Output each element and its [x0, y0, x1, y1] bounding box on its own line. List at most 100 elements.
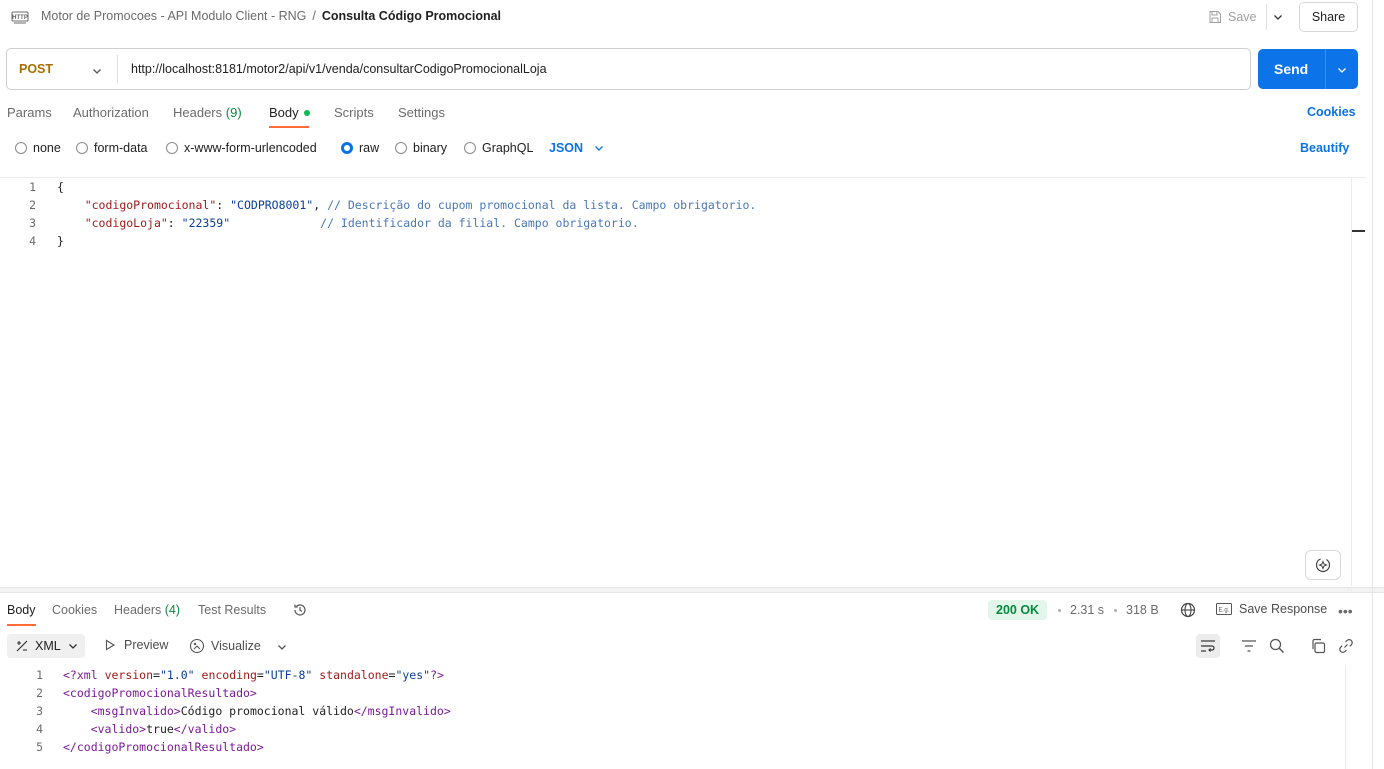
line-number: 1: [36, 668, 43, 682]
radio-none[interactable]: none: [15, 141, 61, 155]
language-select[interactable]: JSON: [549, 141, 605, 155]
radio-form-data[interactable]: form-data: [76, 141, 148, 155]
xml-tag: </msgInvalido>: [353, 704, 451, 718]
breadcrumb-collection[interactable]: Motor de Promocoes - API Modulo Client -…: [41, 9, 306, 23]
wrap-lines-icon: [1201, 640, 1215, 652]
code-line: <?xml version="1.0" encoding="UTF-8" sta…: [63, 668, 444, 682]
pane-splitter[interactable]: [0, 587, 1384, 593]
code-line: {: [57, 178, 756, 196]
send-label: Send: [1274, 61, 1309, 77]
radio-circle: [464, 141, 476, 154]
tab-authorization[interactable]: Authorization: [73, 105, 149, 120]
line-number: 2: [29, 198, 36, 212]
save-button[interactable]: Save: [1208, 7, 1257, 27]
filter-icon[interactable]: [1241, 639, 1257, 653]
save-icon: [1209, 11, 1221, 23]
url-input[interactable]: http://localhost:8181/motor2/api/v1/vend…: [131, 62, 547, 76]
breadcrumb: Motor de Promocoes - API Modulo Client -…: [41, 9, 501, 23]
response-time[interactable]: 2.31 s: [1070, 603, 1104, 617]
code-comment: // Descrição do cupom promocional da lis…: [327, 198, 757, 212]
radio-graphql[interactable]: GraphQL: [464, 141, 533, 155]
radio-binary[interactable]: binary: [395, 141, 447, 155]
request-line-numbers: 1 2 3 4: [16, 178, 36, 250]
save-label: Save: [1228, 10, 1257, 24]
status-badge[interactable]: 200 OK: [988, 600, 1048, 620]
share-label: Share: [1311, 10, 1346, 24]
method-select[interactable]: POST: [19, 62, 53, 76]
save-response-button[interactable]: E.g. Save Response: [1216, 602, 1327, 616]
response-scrollbar[interactable]: [1345, 666, 1346, 769]
active-tab-underline: [7, 624, 36, 626]
language-label: JSON: [549, 141, 584, 155]
xml-attr: standalone: [319, 668, 389, 682]
chevron-down-icon[interactable]: [1272, 11, 1284, 23]
breadcrumb-request-name[interactable]: Consulta Código Promocional: [322, 9, 501, 23]
line-number: 4: [36, 722, 43, 736]
code-token: {: [57, 180, 64, 194]
chevron-down-icon: [595, 146, 604, 151]
editor-scrollbar[interactable]: [1351, 178, 1366, 586]
save-response-icon: E.g.: [1216, 603, 1232, 615]
line-number: 4: [29, 234, 36, 248]
method-divider: [117, 55, 118, 83]
visualize-icon: [189, 638, 205, 654]
copy-icon[interactable]: [1310, 638, 1326, 654]
response-tab-test-results[interactable]: Test Results: [198, 603, 266, 617]
visualize-button[interactable]: Visualize: [189, 638, 261, 654]
response-body-viewer[interactable]: <?xml version="1.0" encoding="UTF-8" sta…: [63, 666, 451, 756]
tab-params[interactable]: Params: [7, 105, 52, 120]
svg-text:E.g.: E.g.: [1219, 608, 1230, 614]
link-icon[interactable]: [1338, 638, 1354, 654]
tab-body[interactable]: Body: [269, 105, 310, 120]
wrap-lines-button[interactable]: [1196, 634, 1220, 658]
response-format-select[interactable]: XML: [7, 634, 85, 658]
xml-tag: </codigoPromocionalResultado>: [63, 740, 264, 754]
response-size[interactable]: 318 B: [1126, 603, 1159, 617]
radio-urlencoded-label: x-www-form-urlencoded: [184, 141, 317, 155]
response-tab-body[interactable]: Body: [7, 603, 36, 617]
cookies-link[interactable]: Cookies: [1307, 105, 1356, 119]
xml-text: Código promocional válido: [180, 704, 354, 718]
request-body-editor[interactable]: { "codigoPromocional": "CODPRO8001", // …: [57, 178, 756, 250]
top-bar: HTTP Motor de Promocoes - API Modulo Cli…: [0, 0, 1384, 34]
tab-headers[interactable]: Headers (9): [173, 105, 242, 120]
code-line: }: [57, 232, 756, 250]
send-button[interactable]: Send: [1258, 49, 1358, 89]
breadcrumb-separator: /: [312, 9, 316, 23]
xml-tag: </valido>: [173, 722, 237, 736]
xml-attr-value: "1.0": [159, 668, 195, 682]
history-icon[interactable]: [292, 602, 308, 618]
code-comment: // Identificador da filial. Campo obriga…: [320, 216, 639, 230]
line-number: 5: [36, 740, 43, 754]
more-options-icon[interactable]: •••: [1338, 603, 1353, 619]
save-divider: [1266, 4, 1267, 30]
line-number: 3: [36, 704, 43, 718]
beautify-link[interactable]: Beautify: [1300, 141, 1349, 155]
radio-raw[interactable]: raw: [341, 141, 379, 155]
globe-icon[interactable]: [1180, 602, 1196, 618]
xml-attr-value: "UTF-8": [263, 668, 313, 682]
code-line: </codigoPromocionalResultado>: [63, 738, 451, 756]
preview-button[interactable]: Preview: [104, 638, 168, 652]
chevron-down-icon[interactable]: [1336, 64, 1348, 76]
editor-scroll-marker: [1352, 230, 1365, 232]
tab-scripts[interactable]: Scripts: [334, 105, 374, 120]
response-tab-headers[interactable]: Headers (4): [114, 603, 180, 617]
line-number: 1: [29, 180, 36, 194]
chevron-down-icon[interactable]: [91, 65, 103, 77]
xml-tag: <msgInvalido>: [90, 704, 181, 718]
radio-urlencoded[interactable]: x-www-form-urlencoded: [166, 141, 317, 155]
search-icon[interactable]: [1269, 638, 1285, 654]
chevron-down-icon[interactable]: [276, 641, 288, 653]
tab-settings[interactable]: Settings: [398, 105, 445, 120]
ai-assist-button[interactable]: [1305, 550, 1341, 580]
share-button[interactable]: Share: [1299, 2, 1358, 32]
sparkle-icon: [1315, 557, 1331, 573]
radio-circle-selected: [341, 141, 353, 154]
visualize-label: Visualize: [211, 639, 261, 653]
radio-circle: [395, 141, 407, 154]
response-tab-cookies[interactable]: Cookies: [52, 603, 97, 617]
tab-headers-label: Headers: [173, 105, 223, 120]
code-line: "codigoLoja": "22359" // Identificador d…: [84, 216, 639, 230]
chevron-down-icon: [68, 644, 77, 649]
